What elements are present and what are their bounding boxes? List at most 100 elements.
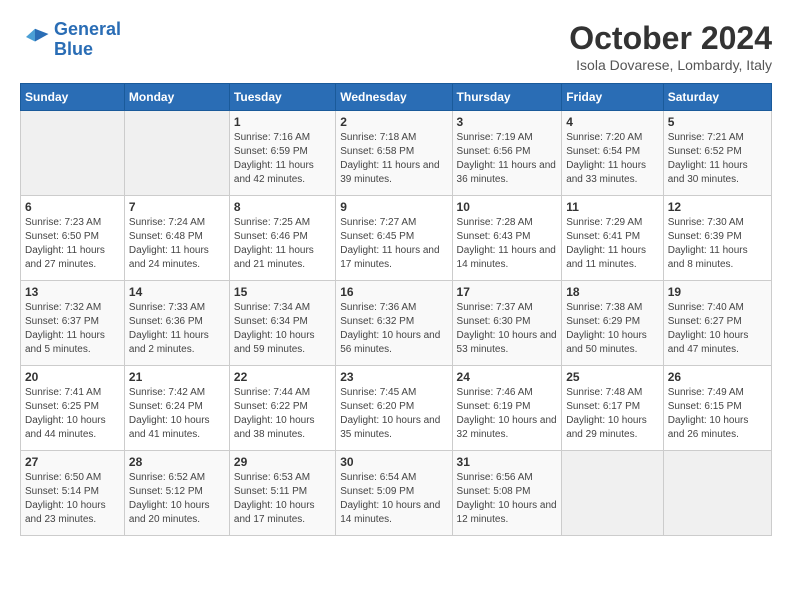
- day-number: 9: [340, 200, 447, 214]
- week-row-5: 27 Sunrise: 6:50 AM Sunset: 5:14 PM Dayli…: [21, 451, 772, 536]
- header-cell-thursday: Thursday: [452, 84, 562, 111]
- day-number: 22: [234, 370, 331, 384]
- day-cell: 22 Sunrise: 7:44 AM Sunset: 6:22 PM Dayli…: [229, 366, 335, 451]
- day-info: Sunrise: 7:25 AM Sunset: 6:46 PM Dayligh…: [234, 216, 331, 272]
- day-number: 23: [340, 370, 447, 384]
- header-cell-tuesday: Tuesday: [229, 84, 335, 111]
- day-info: Sunrise: 7:33 AM Sunset: 6:36 PM Dayligh…: [129, 301, 225, 357]
- day-cell: 2 Sunrise: 7:18 AM Sunset: 6:58 PM Daylig…: [336, 111, 452, 196]
- day-cell: 31Sunrise: 6:56 AM Sunset: 5:08 PM Dayli…: [452, 451, 562, 536]
- day-cell: 23 Sunrise: 7:45 AM Sunset: 6:20 PM Dayli…: [336, 366, 452, 451]
- day-info: Sunrise: 7:48 AM Sunset: 6:17 PM Dayligh…: [566, 386, 659, 442]
- day-info: Sunrise: 7:45 AM Sunset: 6:20 PM Dayligh…: [340, 386, 447, 442]
- page-header: General Blue October 2024 Isola Dovarese…: [20, 20, 772, 73]
- day-number: 25: [566, 370, 659, 384]
- day-number: 13: [25, 285, 120, 299]
- header-cell-sunday: Sunday: [21, 84, 125, 111]
- calendar-table: SundayMondayTuesdayWednesdayThursdayFrid…: [20, 83, 772, 536]
- day-cell: 25 Sunrise: 7:48 AM Sunset: 6:17 PM Dayli…: [562, 366, 664, 451]
- day-cell: 17Sunrise: 7:37 AM Sunset: 6:30 PM Dayli…: [452, 281, 562, 366]
- day-number: 1: [234, 115, 331, 129]
- day-cell: 6 Sunrise: 7:23 AM Sunset: 6:50 PM Daylig…: [21, 196, 125, 281]
- day-cell: 13 Sunrise: 7:32 AM Sunset: 6:37 PM Dayli…: [21, 281, 125, 366]
- day-info: Sunrise: 6:53 AM Sunset: 5:11 PM Dayligh…: [234, 471, 331, 527]
- day-cell: [21, 111, 125, 196]
- logo-line2: Blue: [54, 40, 121, 60]
- day-cell: 21Sunrise: 7:42 AM Sunset: 6:24 PM Dayli…: [124, 366, 229, 451]
- day-number: 24: [457, 370, 558, 384]
- title-block: October 2024 Isola Dovarese, Lombardy, I…: [569, 20, 772, 73]
- day-number: 20: [25, 370, 120, 384]
- day-cell: 8Sunrise: 7:25 AM Sunset: 6:46 PM Daylig…: [229, 196, 335, 281]
- day-number: 4: [566, 115, 659, 129]
- day-info: Sunrise: 7:21 AM Sunset: 6:52 PM Dayligh…: [668, 131, 767, 187]
- logo-text: General Blue: [54, 20, 121, 60]
- day-info: Sunrise: 7:46 AM Sunset: 6:19 PM Dayligh…: [457, 386, 558, 442]
- day-cell: 5Sunrise: 7:21 AM Sunset: 6:52 PM Daylig…: [663, 111, 771, 196]
- day-cell: 26Sunrise: 7:49 AM Sunset: 6:15 PM Dayli…: [663, 366, 771, 451]
- day-info: Sunrise: 7:24 AM Sunset: 6:48 PM Dayligh…: [129, 216, 225, 272]
- day-number: 19: [668, 285, 767, 299]
- day-info: Sunrise: 7:41 AM Sunset: 6:25 PM Dayligh…: [25, 386, 120, 442]
- day-cell: 18Sunrise: 7:38 AM Sunset: 6:29 PM Dayli…: [562, 281, 664, 366]
- day-cell: 3Sunrise: 7:19 AM Sunset: 6:56 PM Daylig…: [452, 111, 562, 196]
- day-cell: 20 Sunrise: 7:41 AM Sunset: 6:25 PM Dayli…: [21, 366, 125, 451]
- header-cell-wednesday: Wednesday: [336, 84, 452, 111]
- calendar-body: 1 Sunrise: 7:16 AM Sunset: 6:59 PM Daylig…: [21, 111, 772, 536]
- day-info: Sunrise: 7:27 AM Sunset: 6:45 PM Dayligh…: [340, 216, 447, 272]
- day-info: Sunrise: 6:56 AM Sunset: 5:08 PM Dayligh…: [457, 471, 558, 527]
- day-number: 15: [234, 285, 331, 299]
- day-info: Sunrise: 7:34 AM Sunset: 6:34 PM Dayligh…: [234, 301, 331, 357]
- day-number: 29: [234, 455, 331, 469]
- location-subtitle: Isola Dovarese, Lombardy, Italy: [569, 57, 772, 73]
- day-number: 11: [566, 200, 659, 214]
- day-info: Sunrise: 7:16 AM Sunset: 6:59 PM Dayligh…: [234, 131, 331, 187]
- week-row-4: 20 Sunrise: 7:41 AM Sunset: 6:25 PM Dayli…: [21, 366, 772, 451]
- header-cell-saturday: Saturday: [663, 84, 771, 111]
- day-cell: 29 Sunrise: 6:53 AM Sunset: 5:11 PM Dayli…: [229, 451, 335, 536]
- day-cell: [663, 451, 771, 536]
- day-info: Sunrise: 7:44 AM Sunset: 6:22 PM Dayligh…: [234, 386, 331, 442]
- day-cell: 16 Sunrise: 7:36 AM Sunset: 6:32 PM Dayli…: [336, 281, 452, 366]
- day-info: Sunrise: 7:18 AM Sunset: 6:58 PM Dayligh…: [340, 131, 447, 187]
- day-cell: 10 Sunrise: 7:28 AM Sunset: 6:43 PM Dayli…: [452, 196, 562, 281]
- day-info: Sunrise: 7:28 AM Sunset: 6:43 PM Dayligh…: [457, 216, 558, 272]
- day-info: Sunrise: 6:54 AM Sunset: 5:09 PM Dayligh…: [340, 471, 447, 527]
- day-number: 16: [340, 285, 447, 299]
- day-info: Sunrise: 7:32 AM Sunset: 6:37 PM Dayligh…: [25, 301, 120, 357]
- day-info: Sunrise: 7:23 AM Sunset: 6:50 PM Dayligh…: [25, 216, 120, 272]
- day-cell: 7 Sunrise: 7:24 AM Sunset: 6:48 PM Daylig…: [124, 196, 229, 281]
- day-cell: 30Sunrise: 6:54 AM Sunset: 5:09 PM Dayli…: [336, 451, 452, 536]
- day-cell: [562, 451, 664, 536]
- day-cell: 19Sunrise: 7:40 AM Sunset: 6:27 PM Dayli…: [663, 281, 771, 366]
- header-cell-monday: Monday: [124, 84, 229, 111]
- day-number: 2: [340, 115, 447, 129]
- day-number: 10: [457, 200, 558, 214]
- month-title: October 2024: [569, 20, 772, 57]
- day-info: Sunrise: 7:42 AM Sunset: 6:24 PM Dayligh…: [129, 386, 225, 442]
- day-cell: 11 Sunrise: 7:29 AM Sunset: 6:41 PM Dayli…: [562, 196, 664, 281]
- day-info: Sunrise: 7:29 AM Sunset: 6:41 PM Dayligh…: [566, 216, 659, 272]
- week-row-2: 6 Sunrise: 7:23 AM Sunset: 6:50 PM Daylig…: [21, 196, 772, 281]
- day-info: Sunrise: 7:36 AM Sunset: 6:32 PM Dayligh…: [340, 301, 447, 357]
- day-number: 3: [457, 115, 558, 129]
- day-info: Sunrise: 7:20 AM Sunset: 6:54 PM Dayligh…: [566, 131, 659, 187]
- day-info: Sunrise: 6:50 AM Sunset: 5:14 PM Dayligh…: [25, 471, 120, 527]
- day-cell: 12Sunrise: 7:30 AM Sunset: 6:39 PM Dayli…: [663, 196, 771, 281]
- day-cell: 4 Sunrise: 7:20 AM Sunset: 6:54 PM Daylig…: [562, 111, 664, 196]
- day-cell: 9 Sunrise: 7:27 AM Sunset: 6:45 PM Daylig…: [336, 196, 452, 281]
- logo-icon: [20, 25, 50, 55]
- day-cell: 14Sunrise: 7:33 AM Sunset: 6:36 PM Dayli…: [124, 281, 229, 366]
- day-number: 7: [129, 200, 225, 214]
- day-number: 6: [25, 200, 120, 214]
- day-cell: 28Sunrise: 6:52 AM Sunset: 5:12 PM Dayli…: [124, 451, 229, 536]
- week-row-1: 1 Sunrise: 7:16 AM Sunset: 6:59 PM Daylig…: [21, 111, 772, 196]
- logo-line1: General: [54, 19, 121, 39]
- calendar-header: SundayMondayTuesdayWednesdayThursdayFrid…: [21, 84, 772, 111]
- day-info: Sunrise: 7:49 AM Sunset: 6:15 PM Dayligh…: [668, 386, 767, 442]
- logo: General Blue: [20, 20, 121, 60]
- header-cell-friday: Friday: [562, 84, 664, 111]
- day-cell: [124, 111, 229, 196]
- day-cell: 1 Sunrise: 7:16 AM Sunset: 6:59 PM Daylig…: [229, 111, 335, 196]
- day-number: 27: [25, 455, 120, 469]
